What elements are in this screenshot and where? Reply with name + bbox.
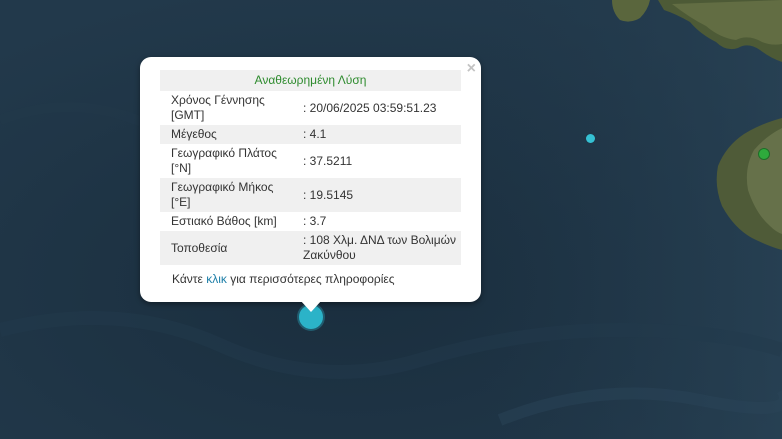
row-value: : 19.5145 bbox=[295, 178, 461, 212]
table-row: Γεωγραφικό Μήκος [°E] : 19.5145 bbox=[160, 178, 461, 212]
earthquake-info-popup: × Αναθεωρημένη Λύση Χρόνος Γέννησης [GMT… bbox=[140, 57, 481, 302]
row-value: : 4.1 bbox=[295, 125, 461, 144]
more-info-text: Κάντε κλικ για περισσότερες πληροφορίες bbox=[172, 272, 395, 286]
station-marker[interactable] bbox=[758, 148, 770, 160]
row-label: Εστιακό Βάθος [km] bbox=[171, 214, 277, 228]
row-label: Τοποθεσία bbox=[160, 231, 295, 265]
more-info-prefix: Κάντε bbox=[172, 272, 207, 286]
info-table: Αναθεωρημένη Λύση Χρόνος Γέννησης [GMT] … bbox=[160, 70, 461, 265]
row-value: : 20/06/2025 03:59:51.23 bbox=[303, 100, 437, 115]
more-info-link[interactable]: κλικ bbox=[206, 272, 227, 286]
more-info-suffix: για περισσότερες πληροφορίες bbox=[226, 272, 395, 286]
row-value: : 108 Χλμ. ΔΝΔ των Βολιμών Ζακύνθου bbox=[295, 231, 461, 265]
row-value: : 3.7 bbox=[303, 214, 327, 228]
table-row: Εστιακό Βάθος [km] : 3.7 bbox=[160, 212, 461, 231]
table-row: Τοποθεσία : 108 Χλμ. ΔΝΔ των Βολιμών Ζακ… bbox=[160, 231, 461, 265]
row-label: Γεωγραφικό Πλάτος [°N] bbox=[171, 146, 277, 175]
row-value: : 37.5211 bbox=[303, 153, 353, 168]
map-view[interactable]: × Αναθεωρημένη Λύση Χρόνος Γέννησης [GMT… bbox=[0, 0, 782, 439]
popup-header: Αναθεωρημένη Λύση bbox=[160, 70, 461, 91]
table-row: Μέγεθος : 4.1 bbox=[160, 125, 461, 144]
table-row: Χρόνος Γέννησης [GMT] : 20/06/2025 03:59… bbox=[160, 91, 461, 125]
row-label: Γεωγραφικό Μήκος [°E] bbox=[160, 178, 295, 212]
earthquake-marker[interactable] bbox=[586, 134, 595, 143]
close-icon[interactable]: × bbox=[467, 60, 476, 78]
table-row: Γεωγραφικό Πλάτος [°N] : 37.5211 bbox=[160, 144, 461, 178]
popup-pointer bbox=[300, 300, 322, 312]
row-label: Χρόνος Γέννησης [GMT] bbox=[171, 93, 265, 122]
row-label: Μέγεθος bbox=[160, 125, 295, 144]
